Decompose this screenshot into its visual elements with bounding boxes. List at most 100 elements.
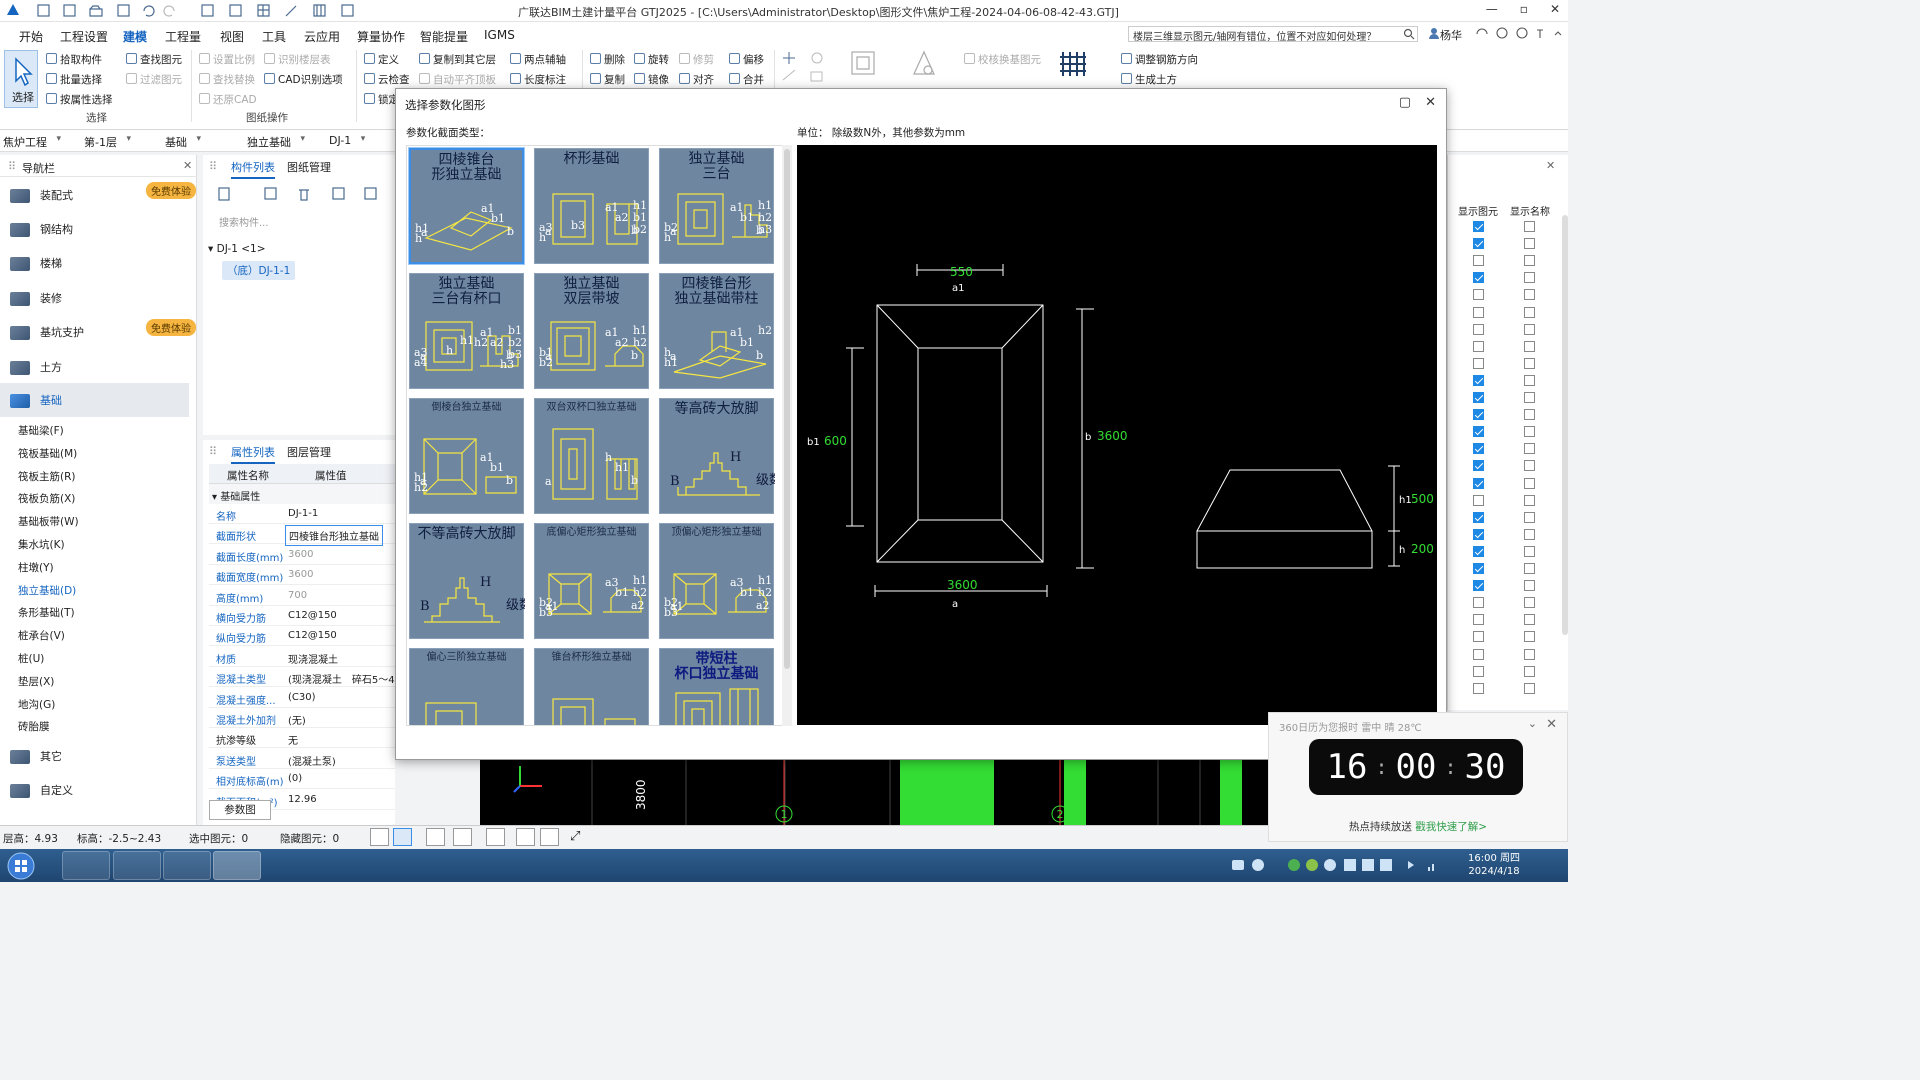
item-select[interactable]: DJ-1 [329, 134, 366, 147]
menu-igms[interactable]: IGMS [484, 28, 515, 42]
component-search-input[interactable]: 搜索构件... [213, 211, 393, 229]
show-element-checkbox[interactable] [1473, 648, 1484, 660]
show-element-checkbox[interactable] [1473, 580, 1484, 592]
nav-cat-foundation[interactable]: 基础 [0, 383, 189, 417]
show-name-checkbox[interactable] [1524, 494, 1535, 506]
cloud-check-button[interactable]: 云检查 [364, 72, 410, 87]
show-name-checkbox[interactable] [1524, 357, 1535, 369]
show-element-checkbox[interactable] [1473, 682, 1484, 694]
copy-floor-button[interactable]: 复制到其它层 [419, 52, 496, 67]
tab-drawing-manage[interactable]: 图纸管理 [287, 159, 331, 175]
shape-tile[interactable]: 底偏心矩形独立基础 a1 a2 a3 b1 b2 b3 h1 h2 [534, 523, 649, 639]
chevron-down-icon[interactable]: ⌄ [1528, 717, 1537, 730]
show-name-checkbox[interactable] [1524, 631, 1535, 643]
search-icon[interactable] [1403, 28, 1415, 43]
identify-layer-button[interactable]: 识别楼层表 [264, 52, 331, 67]
show-name-checkbox[interactable] [1524, 597, 1535, 609]
show-element-checkbox[interactable] [1473, 238, 1484, 250]
prop-value[interactable]: (0) [288, 773, 302, 784]
quick-access-toolbar[interactable] [36, 3, 416, 22]
close-icon[interactable]: ✕ [1546, 717, 1557, 732]
check-base-button[interactable]: 校核换基图元 [964, 52, 1041, 67]
nav-subitem[interactable]: 砖胎膜 [18, 719, 50, 734]
find-button[interactable]: 查找图元 [126, 52, 182, 67]
prop-value[interactable]: 3600 [288, 569, 313, 580]
shape-tile[interactable]: 顶偏心矩形独立基础 a1 a2 a3 b1 b2 b3 h1 h2 [659, 523, 774, 639]
shape-tile[interactable]: 等高砖大放脚B级数NH [659, 398, 775, 514]
prop-value[interactable]: 四棱锥台形独立基础 [285, 525, 383, 547]
prop-row[interactable]: 混凝土外加剂 (无) [209, 708, 395, 728]
tree-root[interactable]: ▾ DJ-1 <1> [208, 243, 266, 255]
prop-value[interactable]: 12.96 [288, 794, 317, 805]
shape-tile[interactable]: 独立基础 三台有杯口 a b a1 a2 a3 a4 b1 b2 b3 h h1 h2 h3 [409, 273, 524, 389]
tab-layer-manage[interactable]: 图层管理 [287, 444, 331, 460]
show-name-checkbox[interactable] [1524, 306, 1535, 318]
prop-value[interactable]: DJ-1-1 [288, 508, 318, 519]
show-element-checkbox[interactable] [1473, 392, 1484, 403]
menu-tools[interactable]: 工具 [262, 28, 286, 45]
show-name-checkbox[interactable] [1524, 580, 1535, 592]
curve-button[interactable] [540, 828, 559, 846]
nav-cat-other[interactable]: 其它 [10, 748, 62, 764]
help-search-input[interactable]: 楼层三维显示图元/轴网有错位，位置不对应如何处理？ [1128, 26, 1418, 43]
nav-subitem[interactable]: 独立基础(D) [18, 583, 76, 598]
prop-row[interactable]: 横向受力筋 C12@150 [209, 606, 395, 626]
show-name-checkbox[interactable] [1524, 340, 1535, 352]
trial-badge[interactable]: 免费体验 [146, 319, 196, 336]
prop-value[interactable]: 700 [288, 590, 307, 601]
offset-button[interactable]: 偏移 [729, 52, 764, 67]
project-select[interactable]: 焦炉工程 [3, 134, 61, 150]
show-element-checkbox[interactable] [1473, 272, 1484, 284]
delete-button[interactable]: 删除 [590, 52, 625, 67]
shape-tile[interactable]: 偏心三阶独立基础 b1 b2 [409, 648, 524, 725]
close-icon[interactable]: ✕ [1425, 95, 1436, 110]
lock-button[interactable]: 锁定 [364, 92, 399, 107]
show-name-checkbox[interactable] [1524, 511, 1535, 523]
menu-smart[interactable]: 智能提量 [420, 28, 468, 45]
drag-handle-icon[interactable]: ⠿ [8, 160, 16, 173]
prop-row[interactable]: 抗渗等级 无 [209, 728, 395, 749]
prop-row[interactable]: 相对底标高(m) (0) [209, 769, 395, 790]
prop-value[interactable]: C12@150 [288, 610, 337, 621]
find-replace-button[interactable]: 查找替换 [199, 72, 255, 87]
show-element-checkbox[interactable] [1473, 221, 1484, 232]
prop-value[interactable]: (混凝土泵) [288, 753, 336, 768]
show-name-checkbox[interactable] [1524, 460, 1535, 472]
show-element-checkbox[interactable] [1473, 631, 1484, 643]
merge-button[interactable]: 合并 [729, 72, 764, 87]
menu-cloud[interactable]: 云应用 [304, 28, 340, 45]
tab-property-list[interactable]: 属性列表 [231, 444, 275, 464]
show-element-checkbox[interactable] [1473, 323, 1484, 335]
rotate-button[interactable]: 旋转 [634, 52, 669, 67]
batch-select-button[interactable]: 批量选择 [46, 72, 102, 87]
attr-select-button[interactable]: 按属性选择 [46, 92, 113, 107]
show-name-checkbox[interactable] [1524, 392, 1535, 403]
restore-cad-button[interactable]: 还原CAD [199, 92, 257, 107]
show-name-checkbox[interactable] [1524, 289, 1535, 301]
prop-value[interactable]: C12@150 [288, 630, 337, 641]
show-name-checkbox[interactable] [1524, 648, 1535, 660]
pick-button[interactable]: 拾取构件 [46, 52, 102, 67]
angle-button[interactable] [453, 828, 472, 846]
show-element-checkbox[interactable] [1473, 665, 1484, 677]
two-point-axis-button[interactable]: 两点辅轴 [510, 52, 566, 67]
show-element-checkbox[interactable] [1473, 374, 1484, 386]
taskbar-app-glodon[interactable] [62, 851, 110, 880]
show-element-checkbox[interactable] [1473, 306, 1484, 318]
user-name[interactable]: 杨华 [1440, 27, 1462, 43]
view-button[interactable] [516, 828, 535, 846]
nav-cat-earth[interactable]: 土方 [10, 359, 62, 375]
show-name-checkbox[interactable] [1524, 323, 1535, 335]
prop-row[interactable]: 截面宽度(mm) 3600 [209, 565, 395, 586]
show-element-checkbox[interactable] [1473, 614, 1484, 626]
cross-button[interactable] [426, 828, 445, 846]
taskbar-app-gtj[interactable] [213, 851, 261, 880]
show-name-checkbox[interactable] [1524, 238, 1535, 250]
show-name-checkbox[interactable] [1524, 426, 1535, 438]
show-name-checkbox[interactable] [1524, 682, 1535, 694]
category-select[interactable]: 基础 [165, 134, 201, 150]
prop-row[interactable]: 材质 现浇混凝土 [209, 647, 395, 667]
show-element-checkbox[interactable] [1473, 545, 1484, 557]
shape-tile[interactable]: 杯形基础 a b a1 a2 a3 h h1 b1 b2 b3 [534, 148, 649, 264]
taskbar-app-help[interactable] [113, 851, 161, 880]
